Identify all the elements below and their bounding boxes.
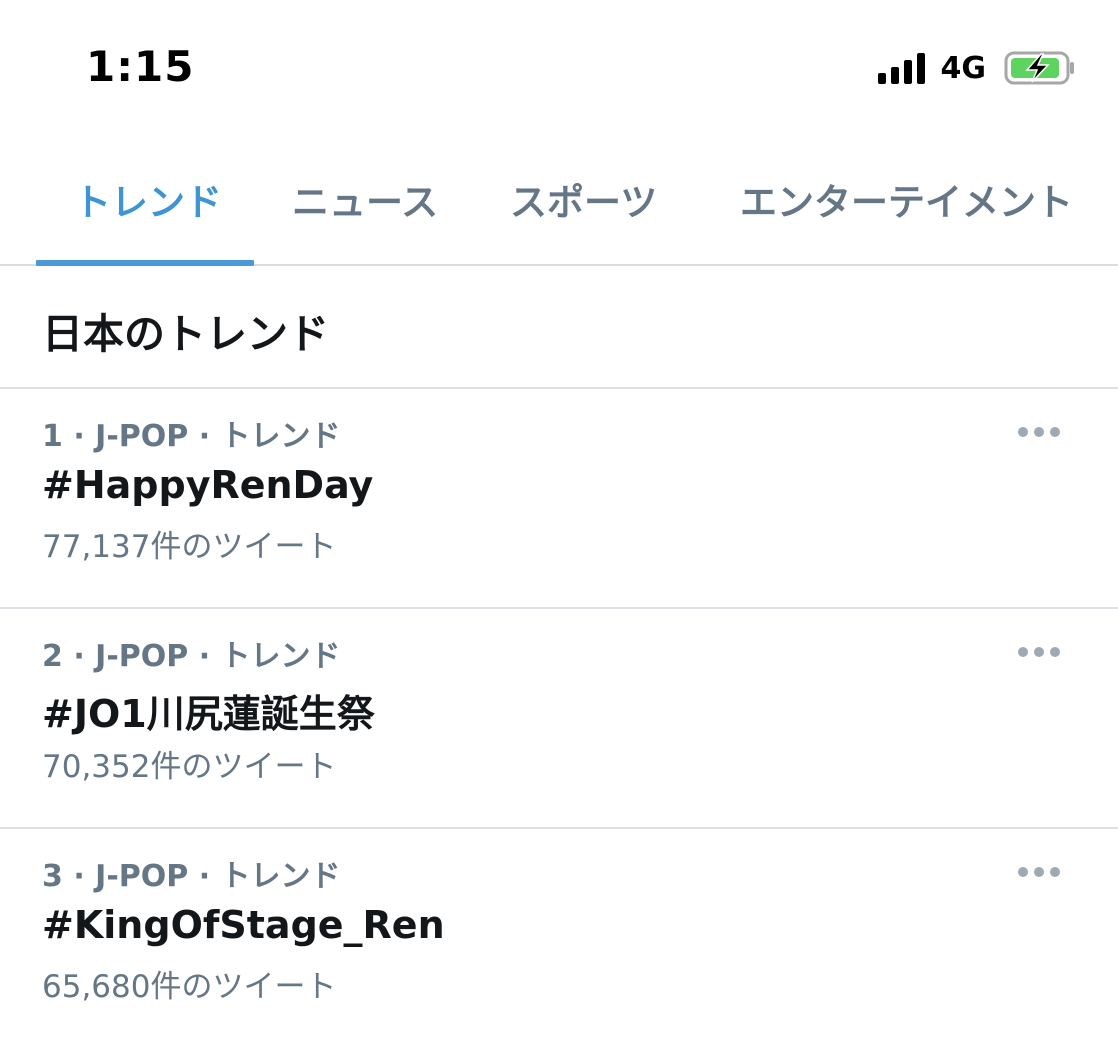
status-indicators: 4G: [877, 50, 1077, 86]
tab-bar: トレンド ニュース スポーツ エンターテイメント: [0, 150, 1118, 266]
status-time: 1:15: [86, 42, 195, 91]
trend-item-2[interactable]: 2 · J-POP · トレンド #JO1川尻蓮誕生祭 70,352件のツイート: [0, 609, 1118, 829]
trend-name[interactable]: #JO1川尻蓮誕生祭: [42, 683, 375, 738]
trend-tweet-count: 70,352件のツイート: [42, 749, 337, 785]
trend-meta: 3 · J-POP · トレンド: [42, 859, 341, 894]
trend-meta: 1 · J-POP · トレンド: [42, 419, 341, 454]
network-type: 4G: [940, 50, 987, 86]
trend-name[interactable]: #KingOfStage_Ren: [42, 903, 445, 947]
trend-item-1[interactable]: 1 · J-POP · トレンド #HappyRenDay 77,137件のツイ…: [0, 389, 1118, 609]
more-options-icon[interactable]: [1014, 423, 1064, 441]
tab-trends[interactable]: トレンド: [74, 172, 222, 226]
tab-news[interactable]: ニュース: [292, 172, 438, 226]
more-options-icon[interactable]: [1014, 643, 1064, 661]
section-title: 日本のトレンド: [42, 310, 329, 358]
trend-meta: 2 · J-POP · トレンド: [42, 639, 341, 674]
more-options-icon[interactable]: [1014, 863, 1064, 881]
signal-bars-icon: [877, 52, 925, 84]
trend-tweet-count: 65,680件のツイート: [42, 969, 337, 1005]
tab-entertainment[interactable]: エンターテイメント: [740, 172, 1073, 226]
trend-name[interactable]: #HappyRenDay: [42, 463, 373, 507]
status-bar: 1:15 4G: [0, 0, 1118, 140]
tab-sports[interactable]: スポーツ: [510, 172, 657, 226]
trend-tweet-count: 77,137件のツイート: [42, 529, 337, 565]
active-tab-indicator: [36, 260, 254, 266]
battery-charging-icon: [1004, 51, 1074, 85]
trend-item-3[interactable]: 3 · J-POP · トレンド #KingOfStage_Ren 65,680…: [0, 829, 1118, 1049]
